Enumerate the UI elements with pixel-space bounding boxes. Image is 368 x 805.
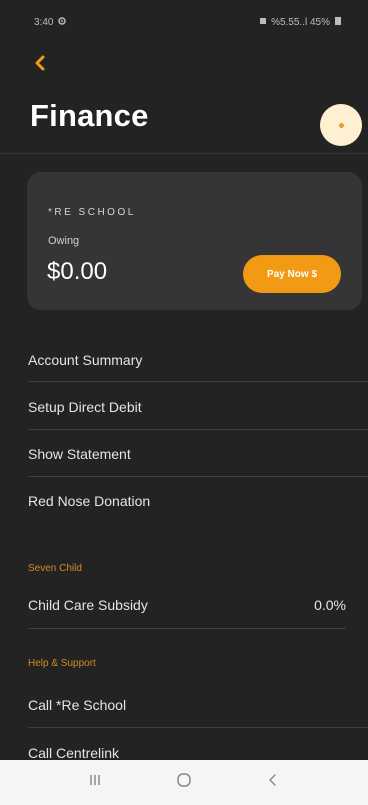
owing-amount: $0.00 [47,258,108,285]
status-left: 3:40 [34,16,67,29]
row-divider [28,381,368,382]
subsidy-value: 0.0% [314,597,346,613]
menu-item-red-nose-donation[interactable]: Red Nose Donation [0,477,368,525]
back-icon [267,773,279,792]
finance-card: *RE SCHOOL Owing $0.00 Pay Now $ [27,172,362,310]
avatar[interactable] [320,104,362,146]
section-header-help: Help & Support [28,658,96,669]
page-title: Finance [30,98,149,133]
notification-icon [259,17,267,28]
chevron-left-icon [33,51,47,77]
system-nav-bar [0,760,368,805]
back-button[interactable] [28,52,52,76]
school-name: *RE SCHOOL [48,207,136,218]
menu-item-label: Show Statement [28,446,131,462]
status-right: %5.55..l 45% [259,16,342,29]
menu-item-label: Call *Re School [28,697,127,713]
menu-item-child-care-subsidy[interactable]: Child Care Subsidy 0.0% [0,581,368,629]
row-divider [28,628,346,629]
nav-back-button[interactable] [253,763,293,803]
menu-item-label: Child Care Subsidy [28,597,148,613]
pay-now-button[interactable]: Pay Now $ [243,255,341,293]
nav-home-button[interactable] [164,763,204,803]
row-divider [28,727,368,728]
nav-recents-button[interactable] [75,763,115,803]
menu-item-call-school[interactable]: Call *Re School [0,681,368,729]
menu-item-label: Red Nose Donation [28,493,151,509]
title-divider [0,153,368,154]
menu-item-setup-direct-debit[interactable]: Setup Direct Debit [0,383,368,431]
owing-label: Owing [48,235,80,247]
menu-item-label: Setup Direct Debit [28,399,142,415]
settings-icon [57,16,67,29]
battery-icon [334,16,342,29]
status-time: 3:40 [34,16,54,28]
section-header-child: Seven Child [28,563,82,574]
recents-icon [88,773,102,792]
status-indicators: %5.55..l 45% [271,16,330,28]
avatar-dot [338,122,344,128]
home-icon [176,772,192,793]
menu-item-label: Account Summary [28,352,143,368]
menu-item-show-statement[interactable]: Show Statement [0,430,368,478]
status-bar: 3:40 %5.55..l 45% [0,0,368,44]
menu-item-account-summary[interactable]: Account Summary [0,336,368,384]
menu-item-label: Call Centrelink [28,745,120,761]
